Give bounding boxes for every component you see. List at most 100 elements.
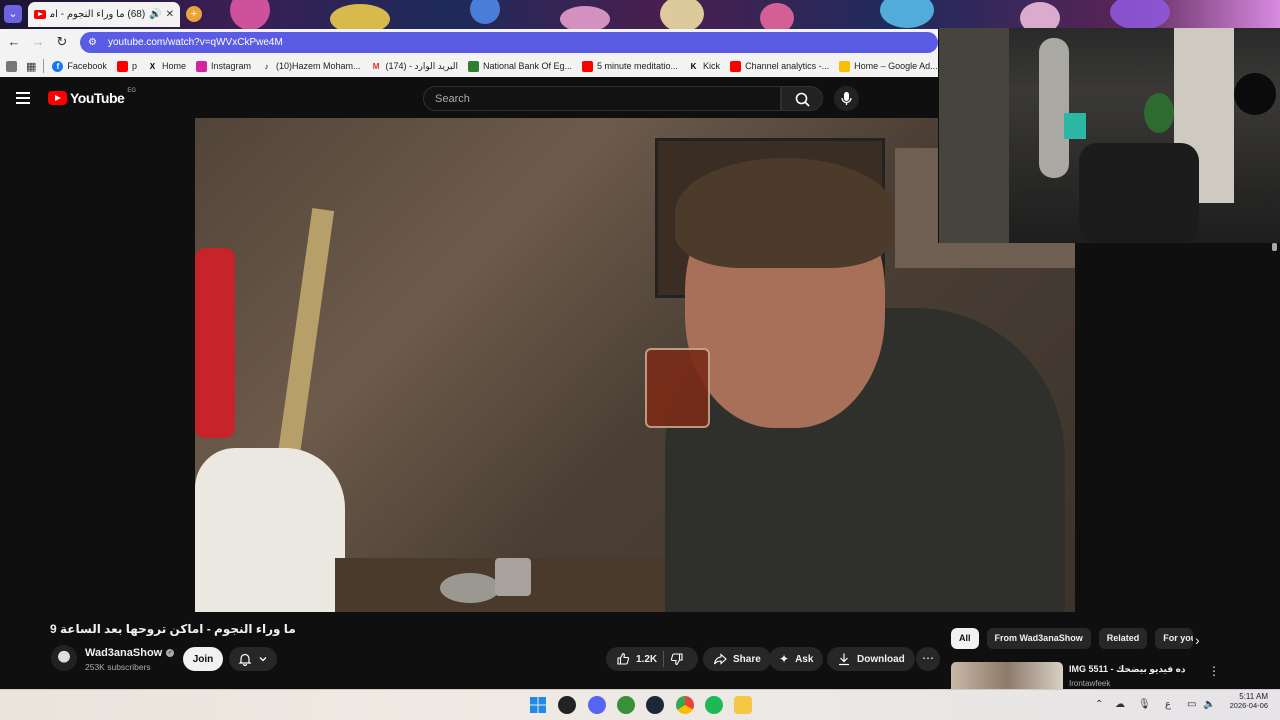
subscriber-count: 253K subscribers	[85, 662, 151, 672]
share-button[interactable]: Share	[703, 647, 771, 671]
bookmark-label: (10)Hazem Moham...	[276, 61, 361, 71]
bookmark-kick[interactable]: K Kick	[683, 57, 725, 75]
chip-for-you[interactable]: For you	[1155, 628, 1194, 649]
like-count[interactable]: 1.2K	[636, 654, 657, 665]
scrollbar-thumb[interactable]	[1272, 243, 1277, 251]
close-icon[interactable]: ✕	[166, 9, 174, 20]
url-text: youtube.com/watch?v=qWVxCkPwe4M	[108, 37, 283, 48]
wallpaper-decoration	[760, 3, 794, 29]
channel-name-link[interactable]: Wad3anaShow ✓	[85, 647, 175, 659]
menu-icon[interactable]	[16, 92, 30, 104]
bookmark-p[interactable]: p	[112, 57, 142, 75]
file-explorer-icon[interactable]	[734, 696, 752, 714]
microphone-tray-icon[interactable]: 🎙	[1138, 699, 1151, 710]
bookmark-label: Facebook	[67, 61, 107, 71]
discord-icon[interactable]	[588, 696, 606, 714]
bookmark-nbe[interactable]: National Bank Of Eg...	[463, 57, 577, 75]
download-label: Download	[857, 653, 905, 665]
bookmark-label: p	[131, 61, 137, 71]
chrome-icon[interactable]	[676, 696, 694, 714]
bookmark-facebook[interactable]: f Facebook	[47, 57, 112, 75]
video-scene	[195, 448, 345, 612]
webcam-overlay	[938, 28, 1280, 243]
wallpaper-decoration	[880, 0, 934, 28]
bookmark-label: Channel analytics -...	[745, 61, 830, 71]
profile-icon[interactable]: +	[186, 6, 202, 22]
download-button[interactable]: Download	[827, 647, 915, 671]
chip-all[interactable]: All	[951, 628, 979, 649]
search-button[interactable]	[781, 86, 823, 111]
webcam-scene	[939, 28, 1009, 243]
screen: ⌄ (68) ما وراء النجوم - اماكن تر 🔊 ✕ + ←…	[0, 0, 1280, 720]
download-icon	[839, 653, 849, 666]
bell-icon	[238, 653, 252, 666]
thumbs-up-icon[interactable]	[616, 652, 630, 666]
address-bar[interactable]: ⚙ youtube.com/watch?v=qWVxCkPwe4M	[80, 32, 938, 53]
tab-youtube-video[interactable]: (68) ما وراء النجوم - اماكن تر 🔊 ✕	[28, 2, 180, 27]
forward-arrow-icon[interactable]: →	[29, 33, 47, 51]
wallpaper-decoration	[330, 4, 390, 29]
obs-icon[interactable]	[558, 696, 576, 714]
bookmark-label: Kick	[703, 61, 721, 71]
channel-avatar[interactable]	[51, 645, 77, 671]
suggested-video-title[interactable]: IMG 5511 - ده فيديو بيضحك	[1069, 664, 1186, 675]
back-arrow-icon[interactable]: ←	[5, 33, 23, 51]
thumbs-down-icon[interactable]	[670, 652, 684, 666]
kick-icon: K	[690, 61, 697, 71]
windows-start-icon[interactable]	[529, 696, 547, 714]
notification-bell-button[interactable]	[229, 647, 277, 671]
tab-search-button[interactable]: ⌄	[4, 5, 22, 23]
x-icon: X	[149, 61, 156, 71]
spotify-icon[interactable]	[705, 696, 723, 714]
apps-grid-icon[interactable]: ▦	[26, 60, 36, 73]
bookmark-tiktok[interactable]: ♪ (10)Hazem Moham...	[256, 57, 366, 75]
join-button[interactable]: Join	[183, 647, 223, 671]
bookmark-instagram[interactable]: Instagram	[191, 57, 256, 75]
reload-icon[interactable]: ↻	[53, 33, 71, 51]
speaker-icon[interactable]: 🔊	[149, 9, 161, 20]
kebab-menu-icon[interactable]: ⋮	[1208, 664, 1220, 678]
volume-icon[interactable]: 🔈	[1203, 699, 1215, 710]
steam-icon[interactable]	[646, 696, 664, 714]
bookmark-label: National Bank Of Eg...	[482, 61, 572, 71]
windows-taskbar: ⌃ ☁ 🎙 ع ▭ 🔈	[0, 689, 1280, 720]
input-language[interactable]: ع	[1165, 699, 1171, 710]
verified-check-icon: ✓	[166, 649, 175, 657]
sparkle-icon: ✦	[779, 652, 790, 666]
search-input[interactable]	[435, 92, 780, 105]
network-icon[interactable]: ▭	[1187, 699, 1196, 710]
bookmark-meditation[interactable]: 5 minute meditatio...	[577, 57, 683, 75]
system-clock[interactable]: 5:11 AM 2026-04-06	[1222, 692, 1268, 710]
more-actions-button[interactable]: ⋯	[916, 647, 940, 671]
bookmark-gmail[interactable]: M (174) - البريد الوارد	[366, 57, 463, 75]
youtube-logo[interactable]: YouTube EG	[48, 88, 136, 106]
chip-related[interactable]: Related	[1098, 628, 1148, 649]
bookmark-label: Home – Google Ad...	[854, 61, 938, 71]
clock-date: 2026-04-06	[1229, 701, 1268, 710]
ask-button[interactable]: ✦ Ask	[769, 647, 824, 671]
chip-from-channel[interactable]: From Wad3anaShow	[986, 628, 1091, 649]
suggested-video-thumbnail[interactable]	[951, 662, 1063, 689]
bank-icon	[467, 60, 479, 72]
chevron-right-icon[interactable]: ›	[1195, 632, 1200, 648]
voice-search-button[interactable]	[834, 86, 859, 111]
facebook-icon: f	[52, 60, 64, 72]
webcam-scene	[1144, 93, 1174, 133]
microphone-icon	[841, 92, 852, 105]
wallpaper-decoration	[560, 6, 610, 29]
chevron-up-icon[interactable]: ⌃	[1095, 699, 1103, 710]
wallpaper-decoration	[1110, 0, 1170, 29]
bookmark-label: Instagram	[210, 61, 251, 71]
share-label: Share	[733, 653, 761, 665]
app-icon[interactable]	[617, 696, 635, 714]
cloud-icon[interactable]: ☁	[1115, 699, 1125, 710]
suggested-video-channel[interactable]: Irontawfeek	[1069, 679, 1110, 688]
site-settings-icon[interactable]: ⚙	[88, 37, 100, 49]
bookmark-channel-analytics[interactable]: Channel analytics -...	[725, 57, 834, 75]
video-scene	[440, 573, 500, 603]
sidebar-icon[interactable]	[6, 60, 17, 72]
bookmark-x-home[interactable]: X Home	[142, 57, 191, 75]
like-dislike-group: 1.2K	[606, 647, 698, 671]
bookmark-google-ads[interactable]: Home – Google Ad...	[834, 57, 943, 75]
webcam-scene	[1079, 143, 1199, 243]
